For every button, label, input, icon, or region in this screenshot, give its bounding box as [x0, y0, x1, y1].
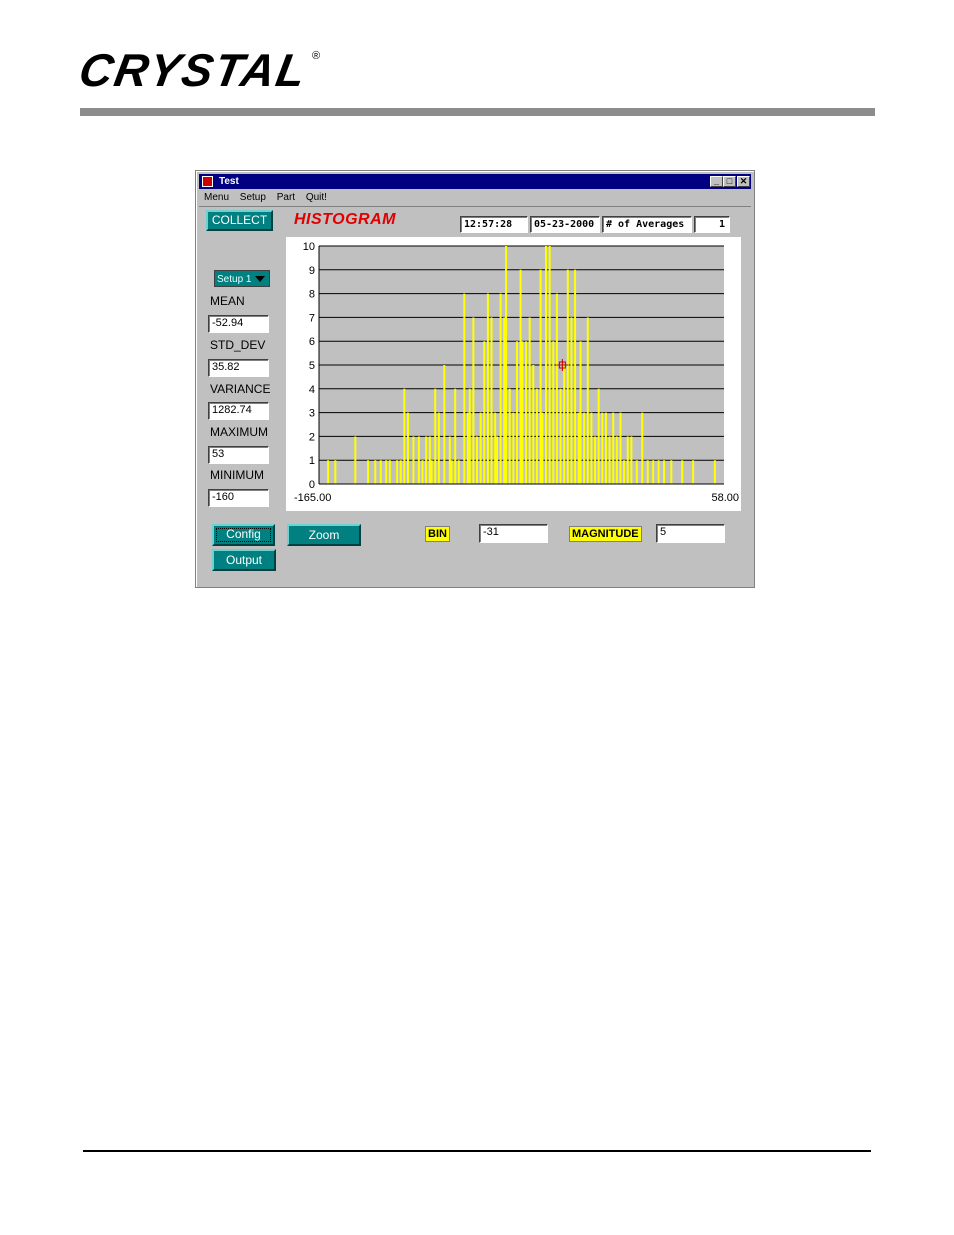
close-button[interactable]: ✕ [737, 176, 750, 187]
header-bar [80, 108, 875, 116]
variance-field[interactable]: 1282.74 [208, 402, 269, 420]
maximum-label: MAXIMUM [210, 425, 268, 439]
y-tick-label: 4 [309, 384, 315, 396]
test-window: Test _ □ ✕ Menu Setup Part Quit! COLLECT… [195, 170, 755, 588]
std-dev-field[interactable]: 35.82 [208, 359, 269, 377]
config-button[interactable]: Config [212, 524, 275, 546]
time-display: 12:57:28 [460, 216, 528, 233]
y-tick-label: 2 [309, 431, 315, 443]
std-dev-label: STD_DEV [210, 338, 266, 352]
minimum-field[interactable]: -160 [208, 489, 269, 507]
logo-wordmark: CRYSTAL [75, 44, 312, 96]
setup-select[interactable]: Setup 1 [214, 270, 270, 287]
mean-label: MEAN [210, 294, 245, 308]
histogram-plot[interactable]: 0 1 2 3 4 5 6 7 8 9 10 -165.00 58.00 [286, 237, 741, 511]
date-display: 05-23-2000 [530, 216, 600, 233]
y-tick-label: 8 [309, 289, 315, 301]
histogram-chart: 0 1 2 3 4 5 6 7 8 9 10 -165.00 58.00 [294, 241, 739, 504]
window-title: Test [219, 176, 239, 187]
footer-line [83, 1150, 871, 1152]
minimize-button[interactable]: _ [710, 176, 723, 187]
y-tick-label: 9 [309, 265, 315, 277]
y-tick-label: 3 [309, 408, 315, 420]
menu-item-quit[interactable]: Quit! [306, 192, 327, 203]
crystal-logo: CRYSTAL ® [75, 44, 321, 96]
registered-mark: ® [312, 50, 321, 62]
menu-item-setup[interactable]: Setup [240, 192, 266, 203]
magnitude-field[interactable]: 5 [656, 524, 725, 543]
y-tick-label: 7 [309, 312, 315, 324]
x-tick-label-min: -165.00 [294, 492, 331, 504]
collect-button[interactable]: COLLECT [206, 210, 273, 231]
menu-bar: Menu Setup Part Quit! [204, 192, 335, 204]
maximum-field[interactable]: 53 [208, 446, 269, 464]
bin-field[interactable]: -31 [479, 524, 548, 543]
maximize-button[interactable]: □ [723, 176, 736, 187]
title-bar: Test _ □ ✕ [199, 174, 751, 189]
variance-label: VARIANCE [210, 382, 271, 396]
y-tick-label: 6 [309, 336, 315, 348]
magnitude-label: MAGNITUDE [569, 526, 642, 542]
chevron-down-icon[interactable] [255, 276, 265, 282]
menu-item-part[interactable]: Part [277, 192, 295, 203]
zoom-button[interactable]: Zoom [287, 524, 361, 546]
setup-select-value: Setup 1 [217, 274, 252, 285]
menu-separator [199, 206, 751, 207]
y-tick-label: 5 [309, 360, 315, 372]
mean-field[interactable]: -52.94 [208, 315, 269, 333]
averages-field[interactable]: 1 [694, 216, 730, 233]
output-button[interactable]: Output [212, 549, 276, 571]
app-icon[interactable] [202, 176, 213, 187]
averages-label: # of Averages [602, 216, 692, 233]
menu-item-menu[interactable]: Menu [204, 192, 229, 203]
minimum-label: MINIMUM [210, 468, 264, 482]
bin-label: BIN [425, 526, 450, 542]
y-tick-label: 0 [309, 479, 315, 491]
y-tick-label: 1 [309, 455, 315, 467]
histogram-title: HISTOGRAM [294, 211, 396, 228]
y-tick-label: 10 [303, 241, 315, 253]
x-tick-label-max: 58.00 [711, 492, 739, 504]
